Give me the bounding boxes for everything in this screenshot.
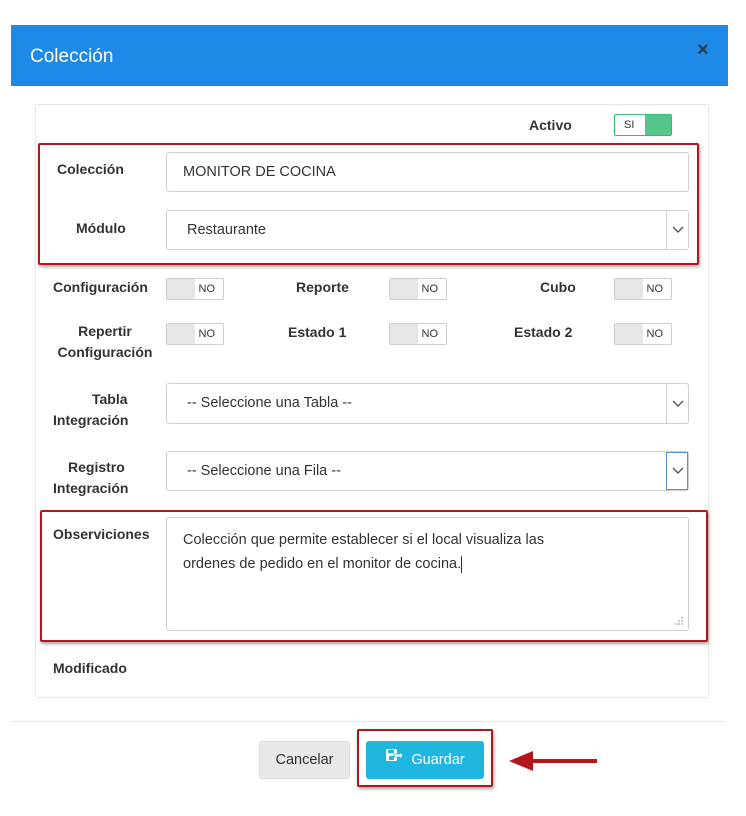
estado2-toggle[interactable]: NO [614,323,672,345]
activo-label: Activo [529,117,572,133]
highlight-box-observaciones [40,510,708,642]
tabla-label-line2: Integración [53,412,129,428]
toggle-knob [390,279,418,299]
registro-integracion-label: Registro Integración [53,457,167,499]
chevron-down-icon [666,384,688,423]
highlight-box-coleccion [38,143,699,265]
toggle-knob [645,115,671,135]
toggle-text: NO [646,283,664,295]
chevron-down-icon [666,452,688,490]
estado1-toggle[interactable]: NO [389,323,447,345]
tabla-integracion-label: Tabla Integración [53,389,167,431]
toggle-knob [615,279,643,299]
toggle-text: NO [646,328,664,340]
cubo-label: Cubo [540,279,576,295]
cancel-button[interactable]: Cancelar [259,741,350,779]
toggle-text: NO [421,328,439,340]
arrow-left-icon [509,751,597,771]
tabla-integracion-value: -- Seleccione una Tabla -- [187,395,352,411]
tabla-integracion-select[interactable]: -- Seleccione una Tabla -- [166,383,689,424]
estado1-label: Estado 1 [288,324,347,340]
toggle-knob [390,324,418,344]
registro-label-line1: Registro [68,459,125,475]
reporte-label: Reporte [296,279,349,295]
repertir-label-line2: Configuración [57,344,153,360]
reporte-toggle[interactable]: NO [389,278,447,300]
registro-integracion-select[interactable]: -- Seleccione una Fila -- [166,451,689,491]
registro-integracion-value: -- Seleccione una Fila -- [187,463,341,479]
toggle-text: SI [624,119,635,131]
registro-label-line2: Integración [53,480,129,496]
toggle-knob [615,324,643,344]
tabla-label-line1: Tabla [92,391,128,407]
configuracion-label: Configuración [53,279,148,295]
repertir-label: Repertir Configuración [53,321,157,363]
toggle-text: NO [421,283,439,295]
modificado-label: Modificado [53,660,127,676]
toggle-knob [167,279,195,299]
highlight-box-save [357,729,493,787]
toggle-text: NO [198,328,216,340]
repertir-label-line1: Repertir [78,323,132,339]
cubo-toggle[interactable]: NO [614,278,672,300]
modal-title: Colección [30,46,114,67]
estado2-label: Estado 2 [514,324,573,340]
toggle-text: NO [198,283,216,295]
configuracion-toggle[interactable]: NO [166,278,224,300]
modal-header: Colección × [11,25,728,86]
toggle-knob [167,324,195,344]
repertir-toggle[interactable]: NO [166,323,224,345]
close-icon[interactable]: × [697,40,709,60]
activo-toggle[interactable]: SI [614,114,672,136]
footer-divider [11,721,725,722]
